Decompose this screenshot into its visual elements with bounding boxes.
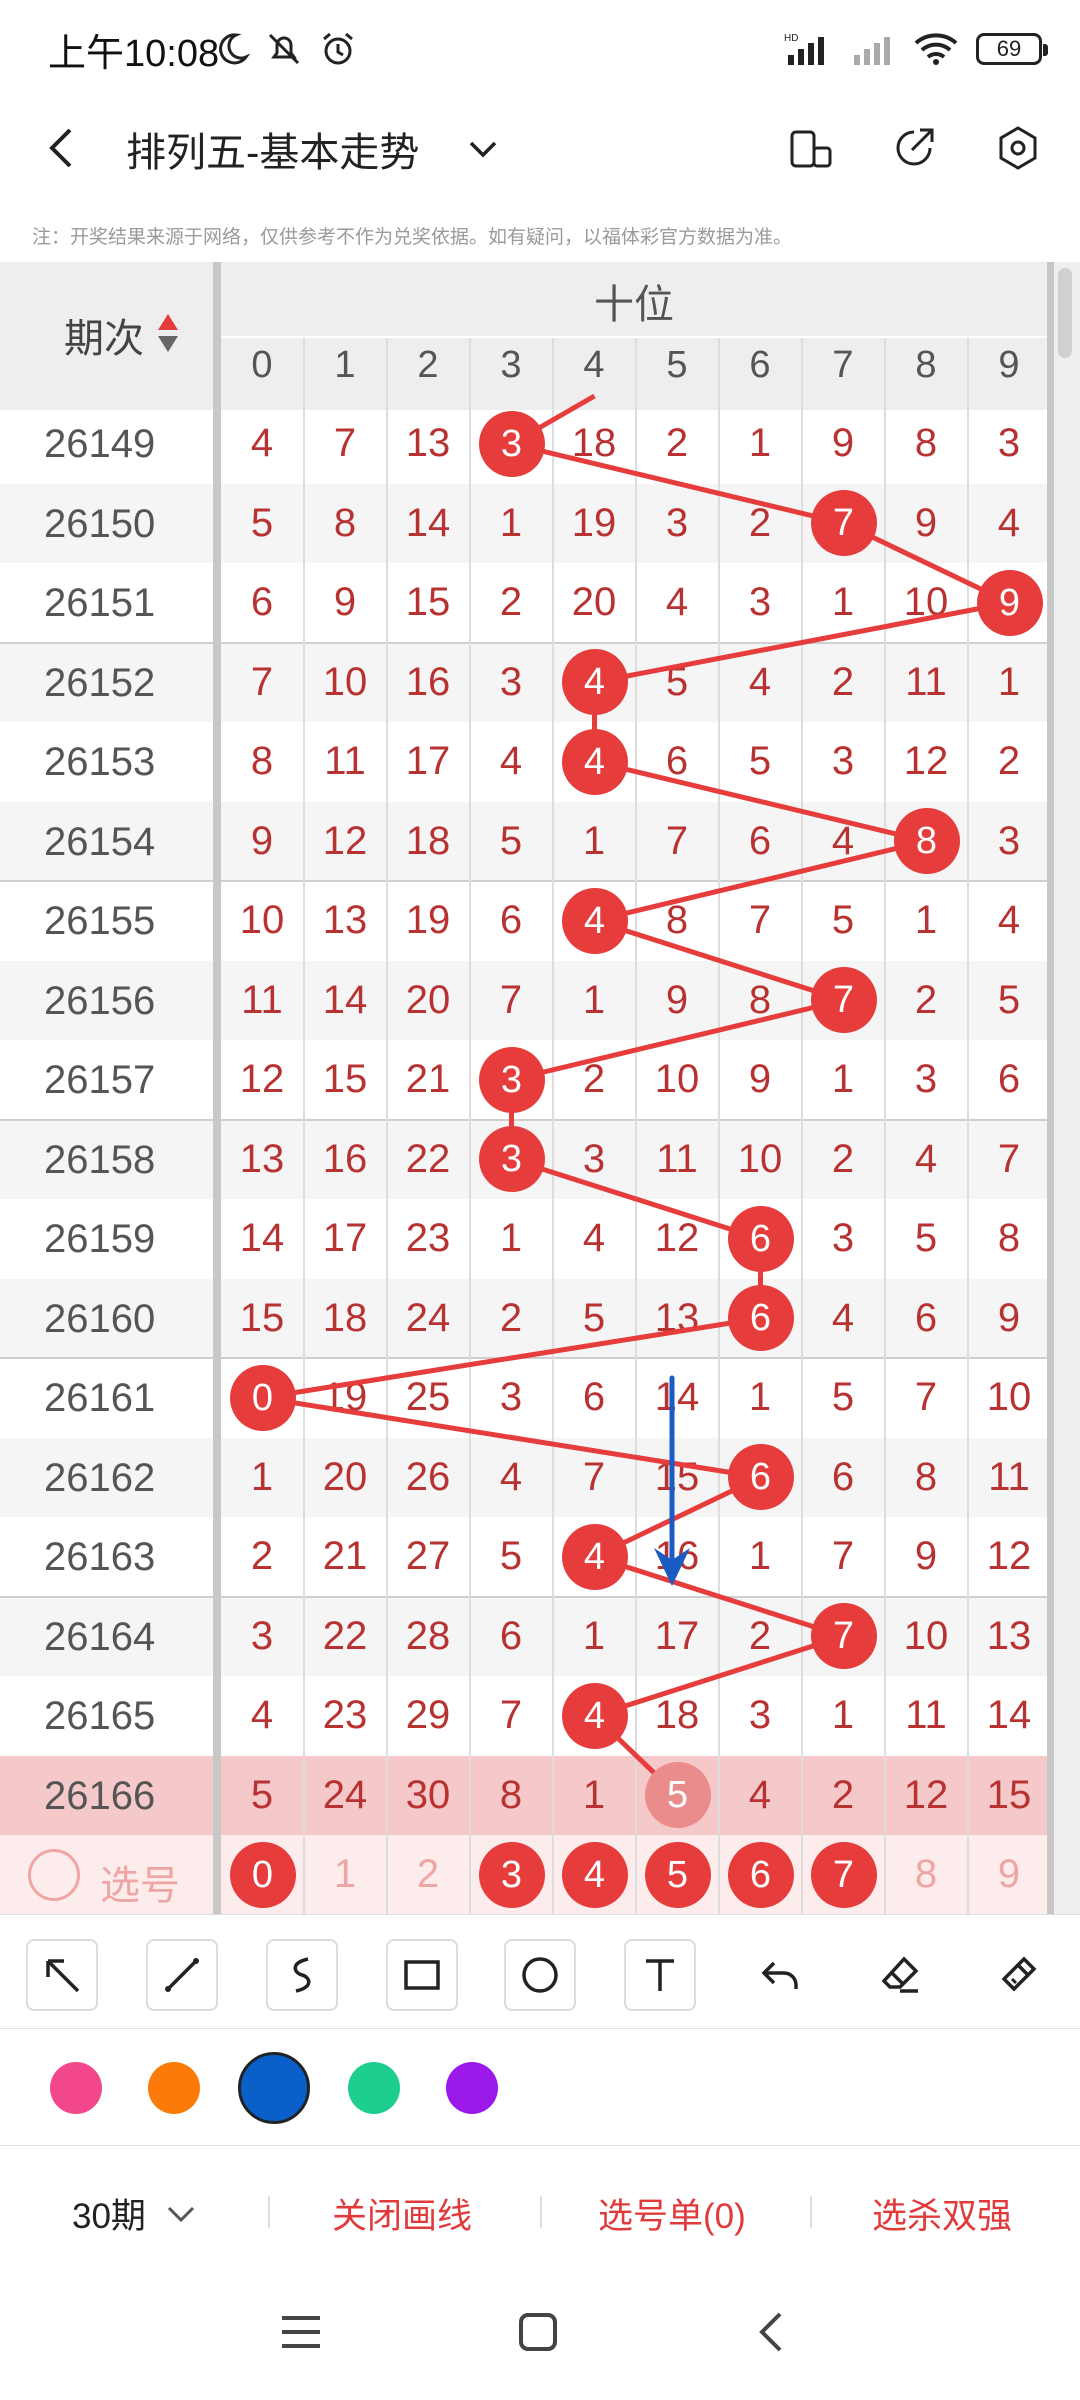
status-time: 上午10:08 — [48, 33, 220, 75]
page-title[interactable]: 排列五-基本走势 — [126, 120, 419, 178]
trend-segment — [593, 759, 928, 844]
curve-tool-icon[interactable] — [266, 1939, 338, 2011]
color-swatch[interactable] — [50, 2062, 102, 2114]
arrow-tool-icon[interactable] — [26, 1939, 98, 2011]
line-tool-icon[interactable] — [146, 1939, 218, 2011]
eraser-icon[interactable] — [864, 1939, 936, 2011]
hit-ball: 6 — [727, 1285, 794, 1352]
trend-segment — [594, 600, 1010, 685]
status-bar: 上午10:08 HD 69 — [0, 0, 1080, 100]
hit-ball: 4 — [561, 649, 628, 716]
hit-ball: 9 — [976, 569, 1043, 636]
hit-ball: 3 — [478, 410, 545, 477]
rectangle-tool-icon[interactable] — [386, 1939, 458, 2011]
hit-ball: 7 — [810, 967, 877, 1034]
hit-ball: 0 — [229, 1364, 296, 1431]
alarm-icon — [323, 32, 353, 65]
trend-segment — [593, 1633, 845, 1719]
hit-ball: 7 — [810, 490, 877, 557]
trend-segment — [593, 918, 845, 1003]
drawing-toolbar — [0, 1914, 1080, 2029]
circle-tool-icon[interactable] — [504, 1939, 576, 2011]
signal-hd-icon: HD — [784, 33, 824, 65]
clear-brush-icon[interactable] — [982, 1939, 1054, 2011]
hit-ball: 4 — [561, 1682, 628, 1749]
back-icon[interactable] — [44, 124, 80, 172]
color-swatch[interactable] — [238, 2052, 310, 2124]
color-swatch[interactable] — [148, 2062, 200, 2114]
trend-table: 26149 4 7 13 18 2 1 9 8 3 26150 5 8 14 1 19 3 2 9 4 26151 6 9 1… — [0, 262, 1080, 1914]
share-icon[interactable] — [890, 124, 938, 172]
mute-icon — [268, 33, 300, 65]
color-swatch[interactable] — [446, 2062, 498, 2114]
menu-icon[interactable] — [278, 2312, 324, 2352]
drawn-arrow-annotation[interactable] — [640, 1372, 700, 1602]
trend-segment — [510, 997, 845, 1083]
disclaimer-notice: 注：开奖结果来源于网络，仅供参考不作为兑奖依据。如有疑问，以福体彩官方数据为准。 — [32, 227, 793, 248]
filter-button[interactable]: 选杀双强 — [872, 2188, 1012, 2239]
battery-icon: 69 — [976, 33, 1048, 65]
hit-ball: 5 — [644, 1762, 711, 1829]
svg-text:HD: HD — [784, 33, 798, 44]
color-palette — [0, 2030, 1080, 2146]
hit-ball: 3 — [478, 1126, 545, 1193]
bottom-action-bar: 30期 关闭画线 选号单(0) 选杀双强 — [0, 2146, 1080, 2276]
hit-ball: 7 — [810, 1603, 877, 1670]
period-selector[interactable]: 30期 — [72, 2188, 146, 2239]
moon-icon — [219, 33, 250, 65]
portrait-icon[interactable] — [788, 126, 834, 172]
color-swatch[interactable] — [348, 2062, 400, 2114]
nav-back-icon[interactable] — [754, 2308, 788, 2356]
system-nav-bar — [0, 2276, 1080, 2400]
home-icon[interactable] — [516, 2310, 560, 2354]
undo-icon[interactable] — [744, 1939, 816, 2011]
settings-icon[interactable] — [994, 124, 1042, 172]
hit-ball: 6 — [727, 1444, 794, 1511]
trend-segment — [593, 838, 928, 924]
hit-ball: 8 — [893, 808, 960, 875]
dropdown-icon[interactable] — [466, 134, 500, 164]
hit-ball: 6 — [727, 1205, 794, 1272]
signal-icon — [854, 37, 890, 65]
app-header: 排列五-基本走势 — [0, 100, 1080, 196]
hit-ball: 4 — [561, 1523, 628, 1590]
close-lines-button[interactable]: 关闭画线 — [332, 2188, 472, 2239]
pick-list-button[interactable]: 选号单(0) — [598, 2188, 746, 2239]
chevron-down-icon[interactable] — [166, 2202, 196, 2226]
hit-ball: 4 — [561, 887, 628, 954]
text-tool-icon[interactable] — [624, 1939, 696, 2011]
hit-ball: 4 — [561, 728, 628, 795]
trend-segment — [593, 1554, 845, 1639]
wifi-icon — [914, 33, 958, 65]
trend-segment — [510, 1156, 762, 1242]
trend-segment — [510, 441, 845, 526]
hit-ball: 3 — [478, 1046, 545, 1113]
